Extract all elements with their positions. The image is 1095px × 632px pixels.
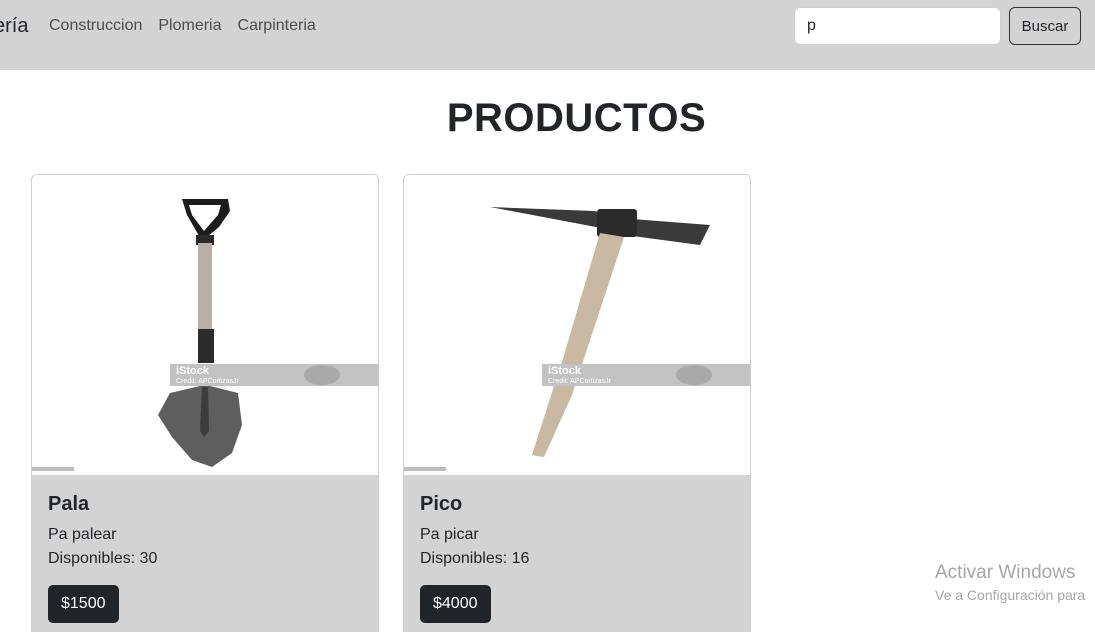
nav-link-construccion[interactable]: Construccion [49, 17, 142, 35]
image-watermark: iStock [176, 365, 210, 377]
search-input[interactable] [794, 7, 1001, 45]
product-card: iStock Credit: APCortizasJr Pala Pa pale… [31, 174, 379, 632]
product-image-shovel: iStock Credit: APCortizasJr [32, 175, 378, 475]
product-stock: Disponibles: 16 [420, 550, 530, 567]
product-card-body: Pico Pa picar Disponibles: 16 $4000 [404, 475, 750, 632]
activation-title: Activar Windows [935, 562, 1076, 583]
product-description: Pa picar [420, 526, 479, 543]
price-button[interactable]: $1500 [48, 585, 119, 623]
navbar: ería Construccion Plomeria Carpinteria B… [0, 0, 1095, 70]
product-name: Pico [420, 493, 463, 515]
product-image-pickaxe: iStock Credit: APCortizasJr [404, 175, 750, 475]
product-description: Pa palear [48, 526, 117, 543]
product-name: Pala [48, 493, 90, 515]
product-card-body: Pala Pa palear Disponibles: 30 $1500 [32, 475, 378, 632]
page-title: PRODUCTOS [446, 96, 707, 140]
nav-link-carpinteria[interactable]: Carpinteria [238, 17, 316, 35]
activation-subtitle: Ve a Configuración para [935, 587, 1086, 603]
image-credit: Credit: APCortizasJr [176, 378, 240, 385]
windows-activation-watermark: Activar Windows Ve a Configuración para [935, 562, 1085, 603]
image-watermark: iStock [548, 365, 582, 377]
nav-link-plomeria[interactable]: Plomeria [158, 17, 221, 35]
nav-links: Construccion Plomeria Carpinteria [49, 17, 316, 35]
navbar-brand[interactable]: ería [0, 15, 28, 38]
product-card: iStock Credit: APCortizasJr Pico Pa pica… [403, 174, 751, 632]
price-button[interactable]: $4000 [420, 585, 491, 623]
product-stock: Disponibles: 30 [48, 550, 158, 567]
search-button[interactable]: Buscar [1009, 7, 1081, 45]
image-credit: Credit: APCortizasJr [548, 378, 612, 385]
